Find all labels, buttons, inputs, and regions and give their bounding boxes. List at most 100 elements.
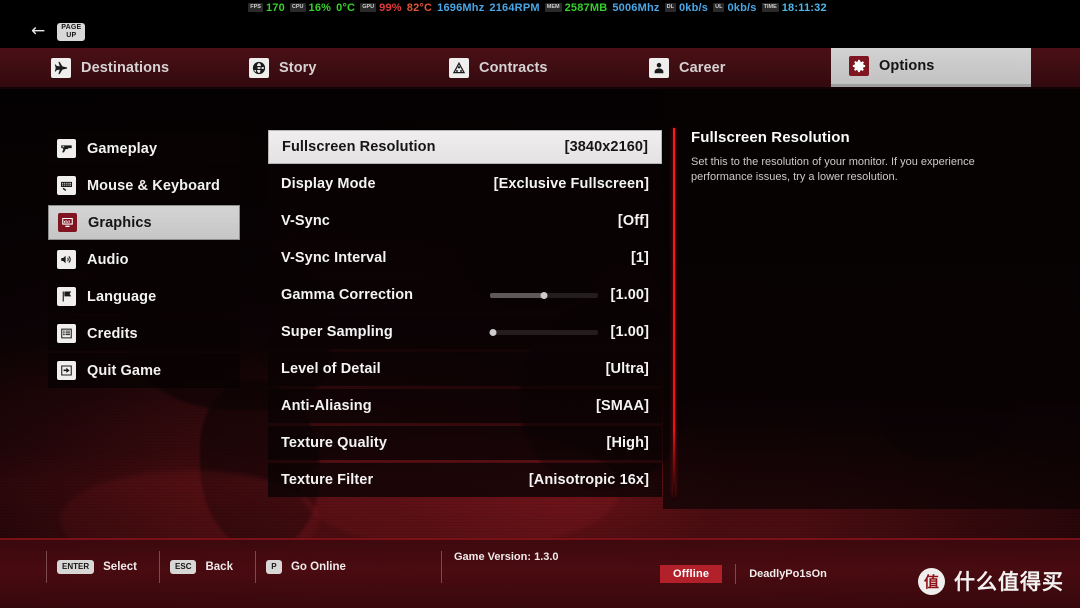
nav-tab-contracts[interactable]: Contracts — [431, 48, 631, 87]
setting-row-texture-filter[interactable]: Texture Filter [Anisotropic 16x] — [268, 463, 662, 497]
online-status-group: Offline DeadlyPo1sOn — [660, 564, 827, 584]
sidebar-item-label: Mouse & Keyboard — [87, 177, 220, 194]
back-arrow-icon[interactable]: ← — [31, 23, 45, 40]
page-up-key-hint: PAGE UP — [57, 22, 86, 41]
setting-value[interactable]: [1] — [631, 250, 649, 266]
hw-chip-7: MEM — [544, 3, 562, 12]
nav-tab-label: Destinations — [81, 59, 170, 76]
setting-value[interactable]: [High] — [607, 435, 649, 451]
pistol-icon — [57, 139, 76, 158]
graphics-settings-list: Fullscreen Resolution [3840x2160] Displa… — [268, 130, 662, 500]
hw-value-11: 18:11:32 — [781, 1, 827, 14]
hw-value-5: 1696Mhz — [437, 1, 485, 14]
exit-icon — [57, 361, 76, 380]
page-up-key-line2: UP — [66, 31, 77, 39]
setting-slider[interactable] — [489, 291, 598, 299]
hw-value-6: 2164RPM — [489, 1, 540, 14]
list-icon — [57, 324, 76, 343]
sidebar-item-graphics[interactable]: Graphics — [48, 205, 240, 240]
nav-tab-label: Story — [279, 59, 317, 76]
nav-tab-label: Options — [879, 58, 935, 74]
nav-tab-story[interactable]: Story — [231, 48, 431, 87]
setting-description-panel: Fullscreen Resolution Set this to the re… — [691, 129, 1036, 185]
setting-label: Fullscreen Resolution — [282, 139, 436, 155]
setting-row-gamma-correction[interactable]: Gamma Correction [1.00] — [268, 278, 662, 312]
monitor-icon — [58, 213, 77, 232]
status-badge[interactable]: Offline — [660, 565, 723, 583]
sidebar-item-credits[interactable]: Credits — [48, 316, 240, 351]
setting-label: Level of Detail — [281, 361, 381, 377]
airplane-icon — [51, 57, 71, 78]
watermark-text: 什么值得买 — [954, 570, 1064, 594]
site-watermark: 值 什么值得买 — [918, 566, 1064, 596]
sidebar-item-label: Quit Game — [87, 362, 162, 379]
options-category-sidebar: Gameplay Mouse & Keyboard Graphics Audio… — [48, 131, 240, 390]
sidebar-item-gameplay[interactable]: Gameplay — [48, 131, 240, 166]
key-hint-select[interactable]: ENTER Select — [46, 551, 159, 583]
person-icon — [649, 57, 669, 78]
main-navigation-bar: Destinations Story Contracts Career Opti… — [0, 48, 1080, 89]
sidebar-item-label: Audio — [87, 251, 129, 268]
globe-icon — [249, 57, 269, 78]
key-hint-label: Go Online — [290, 561, 346, 573]
hw-chip-1: CPU — [289, 3, 306, 12]
key-hint-label: Select — [103, 561, 138, 573]
setting-value[interactable]: [1.00] — [611, 324, 649, 340]
nav-tab-label: Contracts — [479, 59, 548, 76]
biohazard-icon — [449, 57, 469, 78]
page-up-key-line1: PAGE — [61, 23, 82, 31]
setting-row-fullscreen-resolution[interactable]: Fullscreen Resolution [3840x2160] — [268, 130, 662, 164]
setting-value[interactable]: [1.00] — [611, 287, 649, 303]
key-hint-back[interactable]: ESC Back — [159, 551, 255, 583]
setting-value[interactable]: [Ultra] — [606, 361, 649, 377]
back-navigation-row: ← PAGE UP — [0, 15, 1080, 48]
speaker-icon — [57, 250, 76, 269]
setting-value[interactable]: [SMAA] — [596, 398, 649, 414]
sidebar-item-label: Credits — [87, 325, 138, 342]
setting-row-display-mode[interactable]: Display Mode [Exclusive Fullscreen] — [268, 167, 662, 201]
key-hint-label: Back — [205, 561, 233, 573]
setting-row-super-sampling[interactable]: Super Sampling [1.00] — [268, 315, 662, 349]
setting-slider[interactable] — [489, 328, 598, 336]
hw-chip-0: FPS — [248, 3, 263, 12]
keyboard-icon — [57, 176, 76, 195]
nav-tab-label: Career — [679, 59, 726, 76]
sidebar-item-mouse-keyboard[interactable]: Mouse & Keyboard — [48, 168, 240, 203]
sidebar-item-quit-game[interactable]: Quit Game — [48, 353, 240, 388]
hardware-monitor-overlay: FPS 170 CPU 16% 0°C GPU 99% 82°C 1696Mhz 2164RPM M… — [0, 0, 1080, 15]
hw-value-9: 0kb/s — [678, 1, 709, 14]
key-cap: ESC — [170, 560, 197, 574]
key-cap: P — [265, 560, 282, 574]
game-options-screen: FPS 170 CPU 16% 0°C GPU 99% 82°C 1696Mhz 2164RPM M… — [0, 0, 1080, 608]
setting-label: Super Sampling — [281, 324, 393, 340]
sidebar-item-label: Gameplay — [87, 140, 158, 157]
setting-value[interactable]: [3840x2160] — [565, 139, 648, 155]
key-hint-go-online[interactable]: P Go Online — [254, 551, 368, 583]
setting-label: V-Sync — [281, 213, 330, 229]
watermark-logo-icon: 值 — [918, 567, 945, 595]
sidebar-item-audio[interactable]: Audio — [48, 242, 240, 277]
nav-tab-options[interactable]: Options — [831, 48, 1031, 87]
panel-divider — [673, 128, 675, 495]
setting-row-anti-aliasing[interactable]: Anti-Aliasing [SMAA] — [268, 389, 662, 423]
nav-tab-destinations[interactable]: Destinations — [33, 48, 231, 87]
hw-chip-10: UL — [713, 3, 725, 12]
sidebar-item-language[interactable]: Language — [48, 279, 240, 314]
setting-row-level-of-detail[interactable]: Level of Detail [Ultra] — [268, 352, 662, 386]
setting-value[interactable]: [Anisotropic 16x] — [529, 472, 649, 488]
setting-value[interactable]: [Exclusive Fullscreen] — [494, 176, 649, 192]
hw-value-2: 0°C — [336, 1, 356, 14]
game-version-label: Game Version: 1.3.0 — [441, 551, 559, 583]
options-content-area: Gameplay Mouse & Keyboard Graphics Audio… — [0, 89, 1080, 530]
flag-icon — [57, 287, 76, 306]
hw-value-7: 2587MB — [564, 1, 608, 14]
nav-tab-career[interactable]: Career — [631, 48, 831, 87]
hw-chip-3: GPU — [360, 3, 377, 12]
username-label: DeadlyPo1sOn — [735, 564, 827, 584]
setting-row-texture-quality[interactable]: Texture Quality [High] — [268, 426, 662, 460]
setting-value[interactable]: [Off] — [618, 213, 649, 229]
hw-value-10: 0kb/s — [727, 1, 757, 14]
setting-row-v-sync[interactable]: V-Sync [Off] — [268, 204, 662, 238]
setting-row-v-sync-interval[interactable]: V-Sync Interval [1] — [268, 241, 662, 275]
description-body: Set this to the resolution of your monit… — [691, 156, 975, 183]
